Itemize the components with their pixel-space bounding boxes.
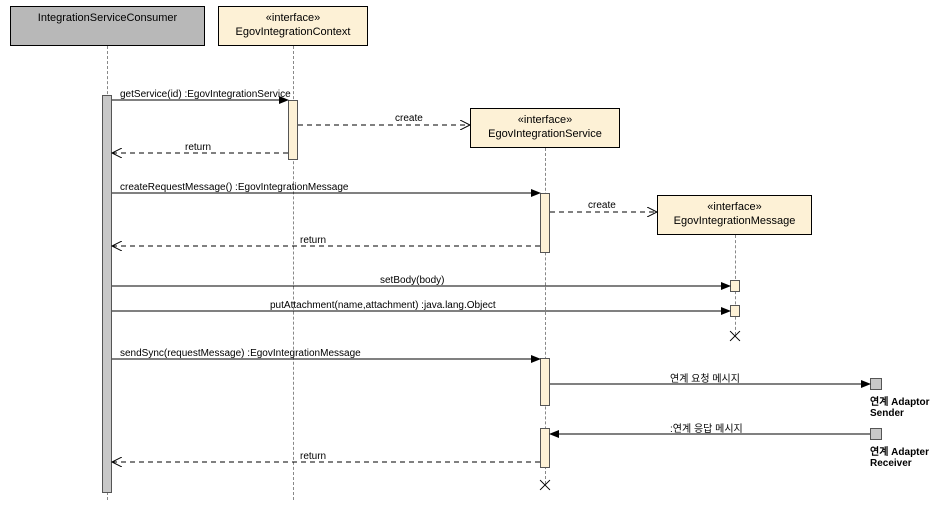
participant-service: «interface» EgovIntegrationService bbox=[470, 108, 620, 148]
msg-return-3: return bbox=[300, 451, 326, 462]
msg-return-1: return bbox=[185, 142, 211, 153]
external-sender-box bbox=[870, 378, 882, 390]
stereotype: «interface» bbox=[266, 12, 320, 24]
external-receiver-box bbox=[870, 428, 882, 440]
participant-label: IntegrationServiceConsumer bbox=[38, 12, 177, 24]
participant-consumer: IntegrationServiceConsumer bbox=[10, 6, 205, 46]
participant-context: «interface» EgovIntegrationContext bbox=[218, 6, 368, 46]
participant-label: EgovIntegrationMessage bbox=[674, 215, 796, 227]
activation-message-2 bbox=[730, 305, 740, 317]
msg-sendSync: sendSync(requestMessage) :EgovIntegratio… bbox=[120, 348, 361, 359]
activation-service-2 bbox=[540, 358, 550, 406]
msg-create-1: create bbox=[395, 113, 423, 124]
msg-setBody: setBody(body) bbox=[380, 275, 444, 286]
activation-service-3 bbox=[540, 428, 550, 468]
activation-service-1 bbox=[540, 193, 550, 253]
external-receiver-label: 연계 Adapter Receiver bbox=[870, 443, 945, 469]
external-sender-label: 연계 Adaptor Sender bbox=[870, 393, 940, 419]
arrows-layer bbox=[0, 0, 945, 508]
destroy-icon bbox=[540, 480, 550, 490]
stereotype: «interface» bbox=[518, 114, 572, 126]
destroy-icon bbox=[730, 331, 740, 341]
activation-context bbox=[288, 100, 298, 160]
msg-createRequest: createRequestMessage() :EgovIntegrationM… bbox=[120, 182, 348, 193]
stereotype: «interface» bbox=[707, 201, 761, 213]
msg-request: 연계 요청 메시지 bbox=[670, 370, 740, 385]
sequence-diagram: IntegrationServiceConsumer «interface» E… bbox=[0, 0, 945, 508]
msg-getService: getService(id) :EgovIntegrationService bbox=[120, 89, 291, 100]
participant-label: EgovIntegrationContext bbox=[236, 26, 351, 38]
activation-message-1 bbox=[730, 280, 740, 292]
msg-putAttachment: putAttachment(name,attachment) :java.lan… bbox=[270, 300, 496, 311]
msg-create-2: create bbox=[588, 200, 616, 211]
activation-consumer bbox=[102, 95, 112, 493]
participant-label: EgovIntegrationService bbox=[488, 128, 602, 140]
participant-message: «interface» EgovIntegrationMessage bbox=[657, 195, 812, 235]
msg-return-2: return bbox=[300, 235, 326, 246]
msg-response: :연계 응답 메시지 bbox=[670, 420, 743, 435]
